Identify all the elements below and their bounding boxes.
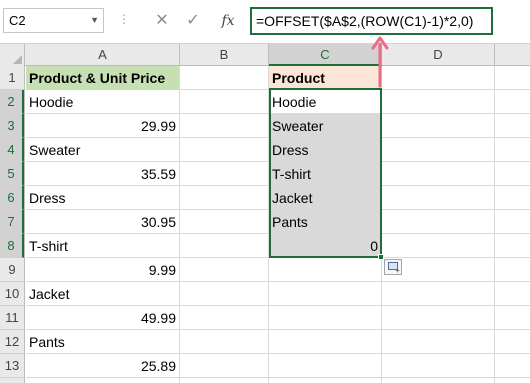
name-box-value: C2 xyxy=(9,13,26,28)
row-header-12[interactable]: 12 xyxy=(0,330,24,354)
formula-bar: C2 ▼ ⋮ ✕ ✓ fx =OFFSET($A$2,(ROW(C1)-1)*2… xyxy=(0,0,530,44)
row-header-8[interactable]: 8 xyxy=(0,234,24,258)
cell-a10[interactable]: Jacket xyxy=(26,282,179,306)
close-icon[interactable]: ✕ xyxy=(150,9,174,33)
select-all-icon xyxy=(13,55,22,64)
select-all-corner[interactable] xyxy=(0,44,25,66)
annotation-arrow-icon xyxy=(371,36,389,88)
gridline xyxy=(494,66,495,383)
name-box[interactable]: C2 ▼ xyxy=(3,8,104,33)
row-header-4[interactable]: 4 xyxy=(0,138,24,162)
row-header-1[interactable]: 1 xyxy=(0,66,24,90)
column-header-row: A B C D xyxy=(0,44,530,66)
gridline xyxy=(179,66,180,383)
selection-range xyxy=(269,88,382,258)
cell-a8[interactable]: T-shirt xyxy=(26,234,179,258)
cell-a1[interactable]: Product & Unit Price xyxy=(26,66,179,90)
function-icon[interactable]: fx xyxy=(216,9,240,33)
row-header-5[interactable]: 5 xyxy=(0,162,24,186)
cell-a9[interactable]: 9.99 xyxy=(26,258,179,282)
row-header-2[interactable]: 2 xyxy=(0,90,24,114)
column-header-c[interactable]: C xyxy=(269,44,382,66)
row-header-13[interactable]: 13 xyxy=(0,354,24,378)
cell-a2[interactable]: Hoodie xyxy=(26,90,179,114)
cell-a4[interactable]: Sweater xyxy=(26,138,179,162)
cell-a13[interactable]: 25.89 xyxy=(26,354,179,378)
row-header-9[interactable]: 9 xyxy=(0,258,24,282)
formula-bar-grip-icon: ⋮ xyxy=(118,12,130,26)
plus-icon: + xyxy=(395,266,400,275)
cell-a7[interactable]: 30.95 xyxy=(26,210,179,234)
row-header-6[interactable]: 6 xyxy=(0,186,24,210)
cell-a5[interactable]: 35.59 xyxy=(26,162,179,186)
row-header-11[interactable]: 11 xyxy=(0,306,24,330)
cell-a11[interactable]: 49.99 xyxy=(26,306,179,330)
quick-analysis-button[interactable]: + xyxy=(384,259,402,275)
cell-c1[interactable]: Product xyxy=(269,66,381,90)
row-header-10[interactable]: 10 xyxy=(0,282,24,306)
cell-a6[interactable]: Dress xyxy=(26,186,179,210)
row-header-7[interactable]: 7 xyxy=(0,210,24,234)
row-header-3[interactable]: 3 xyxy=(0,114,24,138)
column-header-d[interactable]: D xyxy=(382,44,495,66)
check-icon[interactable]: ✓ xyxy=(181,9,205,33)
chevron-down-icon[interactable]: ▼ xyxy=(90,9,99,32)
column-header-b[interactable]: B xyxy=(180,44,269,66)
cell-a12[interactable]: Pants xyxy=(26,330,179,354)
formula-input[interactable]: =OFFSET($A$2,(ROW(C1)-1)*2,0) xyxy=(250,7,493,35)
cell-a3[interactable]: 29.99 xyxy=(26,114,179,138)
column-header-a[interactable]: A xyxy=(26,44,180,66)
row-header-column: 1 2 3 4 5 6 7 8 9 10 11 12 13 xyxy=(0,66,25,383)
